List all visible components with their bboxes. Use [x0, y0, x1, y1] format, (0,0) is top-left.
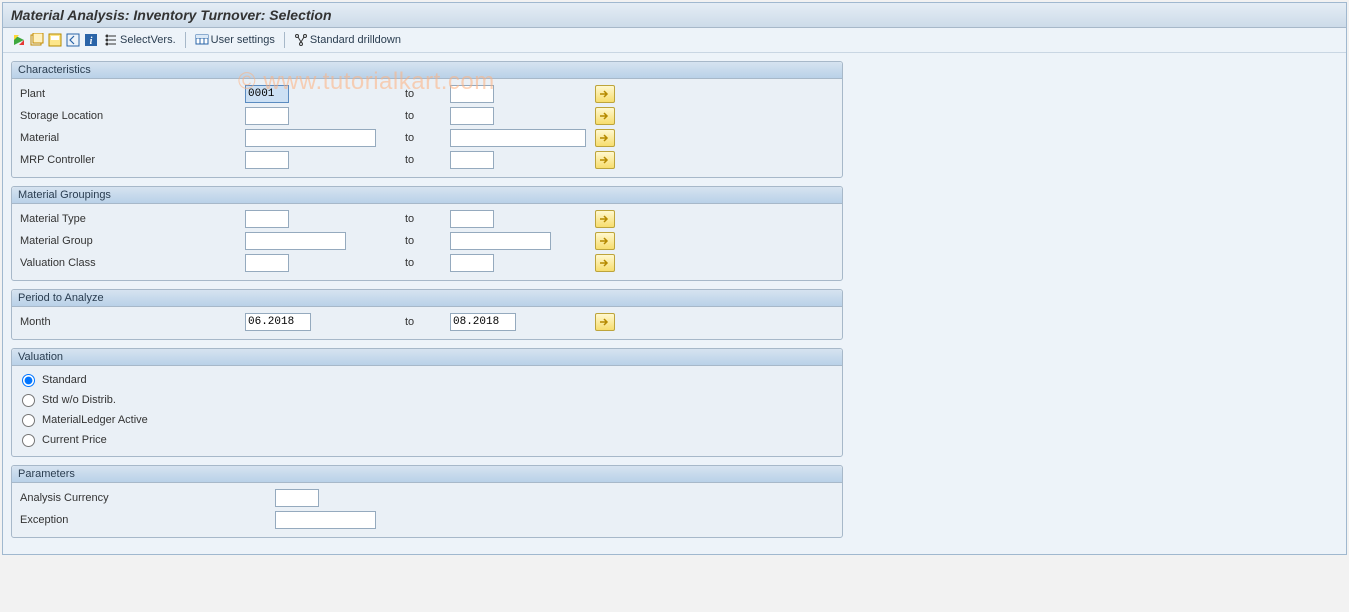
row-material-group: Material Group to: [18, 230, 836, 252]
valuation-mlactive-label[interactable]: MaterialLedger Active: [42, 414, 148, 426]
row-material-type: Material Type to: [18, 208, 836, 230]
material-to-label: to: [400, 132, 450, 144]
back-icon[interactable]: [65, 32, 81, 48]
variant-icon[interactable]: [29, 32, 45, 48]
material-to-input[interactable]: [450, 129, 586, 147]
material-label: Material: [18, 132, 245, 144]
standard-drilldown-label: Standard drilldown: [310, 34, 401, 46]
valuation-standard-radio[interactable]: [22, 374, 35, 387]
storage-location-to-label: to: [400, 110, 450, 122]
material-group-to-input[interactable]: [450, 232, 551, 250]
valuation-stdwo-label[interactable]: Std w/o Distrib.: [42, 394, 116, 406]
row-plant: Plant to: [18, 83, 836, 105]
standard-drilldown-button[interactable]: Standard drilldown: [291, 32, 404, 48]
row-valuation-class: Valuation Class to: [18, 252, 836, 274]
panel-parameters: Parameters Analysis Currency Exception: [11, 465, 843, 538]
execute-icon[interactable]: [11, 32, 27, 48]
mrp-controller-to-input[interactable]: [450, 151, 494, 169]
material-type-multiselect-button[interactable]: [595, 210, 615, 228]
valuation-class-to-input[interactable]: [450, 254, 494, 272]
user-settings-button[interactable]: User settings: [192, 32, 278, 48]
valuation-standard-label[interactable]: Standard: [42, 374, 87, 386]
valuation-class-label: Valuation Class: [18, 257, 245, 269]
radio-row-curprice: Current Price: [18, 430, 836, 450]
month-from-input[interactable]: [245, 313, 311, 331]
toolbar-separator: [284, 32, 285, 48]
row-material: Material to: [18, 127, 836, 149]
material-group-to-label: to: [400, 235, 450, 247]
toolbar-separator: [185, 32, 186, 48]
panel-header-characteristics: Characteristics: [12, 62, 842, 79]
plant-to-input[interactable]: [450, 85, 494, 103]
valuation-stdwo-radio[interactable]: [22, 394, 35, 407]
material-group-multiselect-button[interactable]: [595, 232, 615, 250]
valuation-curprice-radio[interactable]: [22, 434, 35, 447]
page-title: Material Analysis: Inventory Turnover: S…: [3, 3, 1346, 28]
material-type-to-input[interactable]: [450, 210, 494, 228]
panel-header-parameters: Parameters: [12, 466, 842, 483]
exception-label: Exception: [18, 514, 275, 526]
exception-input[interactable]: [275, 511, 376, 529]
panel-header-material-groupings: Material Groupings: [12, 187, 842, 204]
material-group-label: Material Group: [18, 235, 245, 247]
panel-header-period: Period to Analyze: [12, 290, 842, 307]
toolbar: i SelectVers. User settings Standard dri…: [3, 28, 1346, 53]
mrp-controller-multiselect-button[interactable]: [595, 151, 615, 169]
svg-text:i: i: [90, 36, 93, 47]
row-analysis-currency: Analysis Currency: [18, 487, 836, 509]
month-label: Month: [18, 316, 245, 328]
info-icon[interactable]: i: [83, 32, 99, 48]
panel-characteristics: Characteristics Plant to Storage Locatio…: [11, 61, 843, 178]
material-group-from-input[interactable]: [245, 232, 346, 250]
material-type-label: Material Type: [18, 213, 245, 225]
material-type-to-label: to: [400, 213, 450, 225]
panel-period: Period to Analyze Month to: [11, 289, 843, 340]
plant-multiselect-button[interactable]: [595, 85, 615, 103]
select-version-label: SelectVers.: [120, 34, 176, 46]
valuation-curprice-label[interactable]: Current Price: [42, 434, 107, 446]
row-mrp-controller: MRP Controller to: [18, 149, 836, 171]
valuation-class-from-input[interactable]: [245, 254, 289, 272]
panel-header-valuation: Valuation: [12, 349, 842, 366]
material-type-from-input[interactable]: [245, 210, 289, 228]
valuation-class-to-label: to: [400, 257, 450, 269]
storage-location-from-input[interactable]: [245, 107, 289, 125]
radio-row-mlactive: MaterialLedger Active: [18, 410, 836, 430]
mrp-controller-to-label: to: [400, 154, 450, 166]
mrp-controller-from-input[interactable]: [245, 151, 289, 169]
month-to-input[interactable]: [450, 313, 516, 331]
month-to-label: to: [400, 316, 450, 328]
radio-row-stdwo: Std w/o Distrib.: [18, 390, 836, 410]
analysis-currency-input[interactable]: [275, 489, 319, 507]
mrp-controller-label: MRP Controller: [18, 154, 245, 166]
panel-valuation: Valuation Standard Std w/o Distrib. Mate…: [11, 348, 843, 457]
month-multiselect-button[interactable]: [595, 313, 615, 331]
valuation-mlactive-radio[interactable]: [22, 414, 35, 427]
row-storage-location: Storage Location to: [18, 105, 836, 127]
material-multiselect-button[interactable]: [595, 129, 615, 147]
panel-material-groupings: Material Groupings Material Type to Mate…: [11, 186, 843, 281]
valuation-class-multiselect-button[interactable]: [595, 254, 615, 272]
user-settings-label: User settings: [211, 34, 275, 46]
analysis-currency-label: Analysis Currency: [18, 492, 275, 504]
storage-location-label: Storage Location: [18, 110, 245, 122]
select-version-button[interactable]: SelectVers.: [101, 32, 179, 48]
storage-location-to-input[interactable]: [450, 107, 494, 125]
row-month: Month to: [18, 311, 836, 333]
plant-to-label: to: [400, 88, 450, 100]
row-exception: Exception: [18, 509, 836, 531]
plant-from-input[interactable]: [245, 85, 289, 103]
material-from-input[interactable]: [245, 129, 376, 147]
save-variant-icon[interactable]: [47, 32, 63, 48]
radio-row-standard: Standard: [18, 370, 836, 390]
plant-label: Plant: [18, 88, 245, 100]
storage-location-multiselect-button[interactable]: [595, 107, 615, 125]
